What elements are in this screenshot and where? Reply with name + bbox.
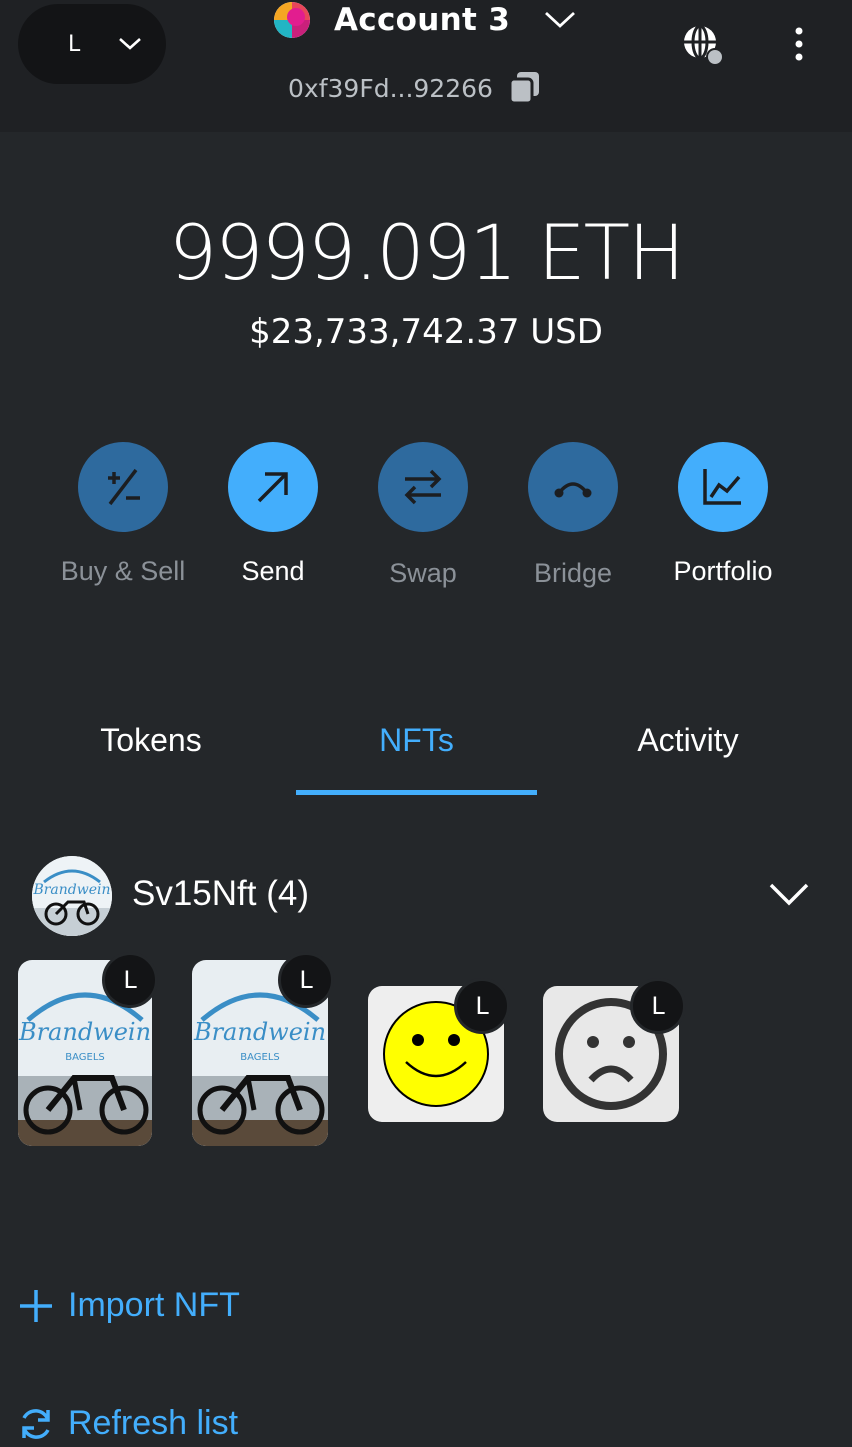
import-nft-link[interactable]: Import NFT	[18, 1286, 240, 1325]
svg-text:Brandwein: Brandwein	[18, 1018, 151, 1046]
bridge-label: Bridge	[533, 558, 613, 588]
svg-text:BAGELS: BAGELS	[240, 1052, 280, 1063]
svg-text:Brandwein: Brandwein	[193, 1018, 326, 1046]
more-options-icon[interactable]	[792, 26, 806, 62]
tab-tokens[interactable]: Tokens	[30, 722, 272, 796]
network-badge: L	[102, 952, 158, 1008]
portfolio-button[interactable]: Portfolio	[648, 442, 798, 587]
tab-activity[interactable]: Activity	[567, 722, 809, 796]
swap-label: Swap	[389, 558, 457, 588]
network-badge: L	[278, 952, 334, 1008]
network-letter: L	[68, 32, 81, 57]
app-header: L Account 3 0xf39Fd...92266	[0, 0, 852, 132]
buy-sell-button[interactable]: Buy & Sell	[48, 442, 198, 587]
plus-minus-icon	[108, 468, 140, 506]
portfolio-circle[interactable]	[678, 442, 768, 532]
tab-nfts[interactable]: NFTs	[296, 722, 537, 796]
chevron-down-icon[interactable]	[768, 880, 810, 908]
account-avatar-icon	[274, 2, 310, 38]
buy-sell-label: Buy & Sell	[60, 556, 186, 586]
active-tab-indicator	[296, 790, 537, 795]
tab-tokens-label: Tokens	[100, 722, 202, 758]
connected-sites-icon[interactable]	[680, 22, 728, 70]
svg-text:Brandwein: Brandwein	[32, 882, 110, 898]
send-circle[interactable]	[228, 442, 318, 532]
address-text: 0xf39Fd...92266	[288, 73, 493, 103]
bridge-circle[interactable]	[528, 442, 618, 532]
network-badge: L	[630, 978, 686, 1034]
buy-sell-circle[interactable]	[78, 442, 168, 532]
refresh-list-label: Refresh list	[68, 1404, 239, 1442]
svg-text:BAGELS: BAGELS	[65, 1052, 105, 1063]
chevron-down-icon	[545, 11, 576, 28]
plus-icon	[20, 1289, 52, 1322]
swap-circle[interactable]	[378, 442, 468, 532]
send-label: Send	[241, 556, 305, 586]
account-selector[interactable]: Account 3	[272, 0, 576, 40]
swap-button[interactable]: Swap	[348, 442, 498, 589]
arrow-up-right-icon	[257, 472, 288, 503]
chevron-down-icon	[119, 38, 141, 50]
collection-avatar: Brandwein	[32, 856, 112, 936]
swap-arrows-icon	[404, 469, 442, 505]
network-selector[interactable]: L	[18, 4, 166, 84]
network-badge: L	[454, 978, 510, 1034]
collection-name: Sv15Nft (4)	[132, 874, 309, 913]
refresh-icon	[22, 1408, 50, 1439]
account-name: Account 3	[334, 2, 511, 38]
fiat-balance: $23,733,742.37 USD	[249, 312, 603, 352]
bridge-button[interactable]: Bridge	[498, 442, 648, 589]
refresh-list-link[interactable]: Refresh list	[18, 1404, 238, 1443]
bagel-bike-thumbnail-icon: Brandwein	[32, 856, 112, 936]
tab-nfts-label: NFTs	[379, 722, 454, 758]
account-address[interactable]: 0xf39Fd...92266	[288, 70, 543, 106]
eth-balance: 9999.091 ETH	[168, 208, 685, 297]
chart-icon	[703, 469, 741, 505]
copy-icon[interactable]	[507, 70, 543, 106]
import-nft-label: Import NFT	[68, 1286, 240, 1324]
send-button[interactable]: Send	[198, 442, 348, 587]
tab-activity-label: Activity	[637, 722, 739, 758]
bridge-icon	[554, 482, 592, 498]
portfolio-label: Portfolio	[673, 556, 773, 586]
